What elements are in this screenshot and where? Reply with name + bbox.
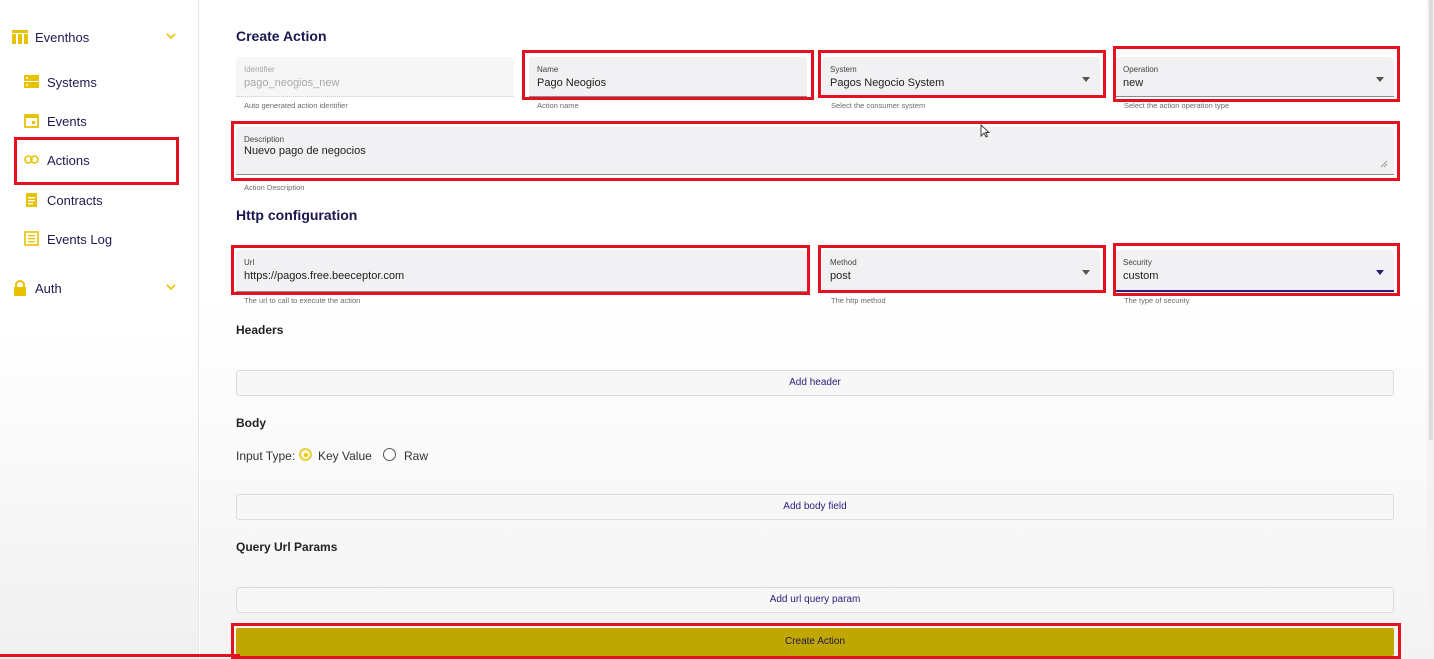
input-type-label: Input Type: (236, 449, 296, 463)
chevron-down-icon (166, 284, 176, 291)
url-helper: The url to call to execute the action (244, 296, 361, 305)
dropdown-arrow-icon (1376, 77, 1384, 82)
headers-title: Headers (236, 323, 284, 337)
sidebar-item-label: Events Log (47, 232, 113, 247)
dropdown-arrow-icon (1082, 270, 1090, 275)
identifier-label: Identifier (244, 65, 275, 74)
sidebar-item-actions[interactable]: Actions (0, 145, 199, 175)
link-icon (24, 155, 39, 164)
method-select[interactable]: Method post (822, 250, 1100, 292)
server-icon (24, 75, 39, 88)
sidebar-item-label: Systems (47, 75, 97, 90)
highlight-underline (0, 654, 240, 657)
identifier-value: pago_neogios_new (244, 77, 340, 89)
sidebar-item-events-log[interactable]: Events Log (0, 224, 199, 254)
method-value: post (830, 270, 851, 282)
operation-helper: Select the action operation type (1124, 101, 1230, 110)
name-value: Pago Neogios (537, 77, 607, 89)
description-helper: Action Description (244, 183, 305, 192)
operation-select[interactable]: Operation new (1115, 57, 1394, 97)
create-action-button[interactable]: Create Action (236, 628, 1394, 656)
sidebar-item-label: Contracts (47, 193, 103, 208)
radio-key-value-label[interactable]: Key Value (318, 449, 372, 463)
url-label: Url (244, 258, 255, 267)
scrollbar-thumb[interactable] (1429, 0, 1433, 440)
table-icon (12, 30, 28, 44)
system-label: System (830, 65, 857, 74)
description-label: Description (244, 135, 285, 144)
security-label: Security (1123, 258, 1152, 267)
radio-raw-label[interactable]: Raw (404, 449, 428, 463)
name-field[interactable]: Name Pago Neogios (529, 57, 807, 97)
body-title: Body (236, 416, 266, 430)
security-helper: The type of security (1124, 296, 1190, 305)
clipboard-icon (26, 193, 37, 207)
security-value: custom (1123, 270, 1159, 282)
lock-icon (14, 280, 26, 296)
name-label: Name (537, 65, 559, 74)
dropdown-arrow-icon (1082, 77, 1090, 82)
operation-value: new (1123, 77, 1144, 89)
nav-group-auth[interactable]: Auth (0, 273, 199, 303)
radio-raw[interactable] (383, 448, 396, 461)
sidebar-item-label: Events (47, 114, 87, 129)
sidebar-item-systems[interactable]: Systems (0, 67, 199, 97)
system-helper: Select the consumer system (831, 101, 926, 110)
add-url-query-param-button[interactable]: Add url query param (236, 587, 1394, 613)
nav-group-label: Eventhos (35, 30, 90, 45)
nav-group-label: Auth (35, 281, 62, 296)
list-icon (24, 231, 39, 246)
main-content: Create Action Identifier pago_neogios_ne… (200, 0, 1434, 659)
chevron-down-icon (166, 33, 176, 40)
http-configuration-title: Http configuration (236, 207, 358, 223)
url-field[interactable]: Url https://pagos.free.beeceptor.com (236, 250, 807, 292)
url-value: https://pagos.free.beeceptor.com (244, 270, 405, 282)
app-window: Eventhos Systems Events Actions Contract… (0, 0, 1434, 659)
sidebar-item-contracts[interactable]: Contracts (0, 185, 199, 215)
identifier-helper: Auto generated action identifier (244, 101, 348, 110)
query-url-params-title: Query Url Params (236, 540, 338, 554)
radio-key-value[interactable] (299, 448, 312, 461)
system-select[interactable]: System Pagos Negocio System (822, 57, 1100, 97)
description-value: Nuevo pago de negocios (244, 145, 366, 157)
add-body-field-button[interactable]: Add body field (236, 494, 1394, 520)
calendar-icon (24, 114, 39, 128)
system-value: Pagos Negocio System (830, 77, 945, 89)
dropdown-arrow-icon (1376, 270, 1384, 275)
sidebar-item-events[interactable]: Events (0, 106, 199, 136)
method-helper: The http method (831, 296, 886, 305)
mouse-cursor-icon (980, 124, 990, 138)
sidebar-item-label: Actions (47, 153, 90, 168)
description-textarea[interactable]: Description Nuevo pago de negocios (236, 127, 1394, 175)
security-select[interactable]: Security custom (1115, 250, 1394, 292)
resize-handle-icon[interactable] (1380, 160, 1388, 168)
sidebar: Eventhos Systems Events Actions Contract… (0, 0, 199, 659)
name-helper: Action name (537, 101, 579, 110)
nav-group-eventhos[interactable]: Eventhos (0, 22, 199, 52)
operation-label: Operation (1123, 65, 1159, 74)
page-title: Create Action (236, 28, 327, 44)
method-label: Method (830, 258, 857, 267)
add-header-button[interactable]: Add header (236, 370, 1394, 396)
identifier-field: Identifier pago_neogios_new (236, 57, 514, 97)
